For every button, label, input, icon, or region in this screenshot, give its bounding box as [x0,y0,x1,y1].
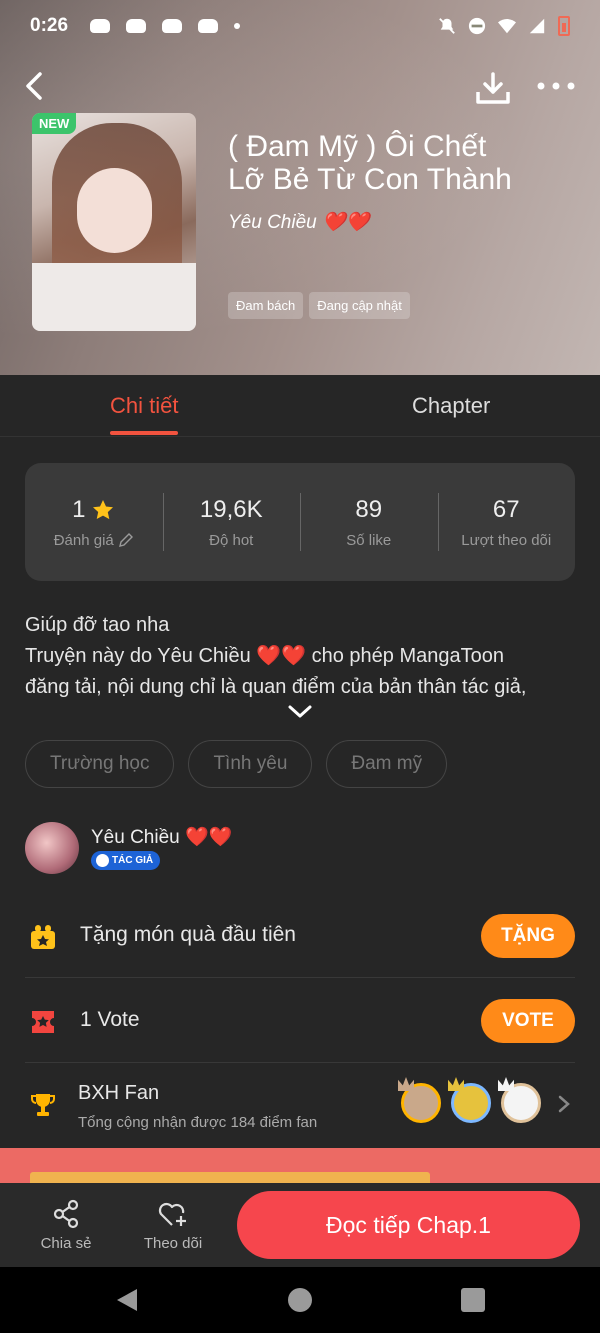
share-button[interactable]: Chia sẻ [26,1199,106,1252]
more-notifications-icon [234,23,241,29]
fan-avatar-gold [401,1083,441,1123]
system-nav-bar [0,1267,600,1333]
stat-hot: 19,6K Độ hot [162,463,301,581]
vote-button[interactable]: VOTE [481,999,575,1043]
trophy-icon [31,1094,55,1116]
nav-home-icon[interactable] [288,1288,312,1312]
battery-icon [558,16,570,36]
discord-icon [90,19,111,33]
description: Giúp đỡ tao nha Truyện này do Yêu Chiều … [25,614,527,698]
status-bar: 0:26 [0,0,600,52]
fan-subtitle: Tổng cộng nhận được 184 điểm fan [78,1114,318,1131]
chevron-right-icon [558,1095,570,1113]
tab-detail[interactable]: Chi tiết [110,393,179,435]
stat-likes: 89 Số like [300,463,438,581]
heart-plus-icon [158,1202,186,1226]
fan-title: BXH Fan [78,1082,160,1104]
vote-label: 1 Vote [80,1008,140,1031]
back-arrow-icon[interactable] [20,68,52,104]
share-icon [53,1199,79,1229]
stat-rating[interactable]: 1 Đánh giá [25,463,163,581]
tab-bar: Chi tiết Chapter [0,375,600,437]
cover-image[interactable] [32,113,196,331]
tag-list: Đam bách Đang cập nhật [228,292,410,319]
page-title: ( Đam Mỹ ) Ôi Chết Lỡ Bẻ Từ Con Thành [228,130,512,196]
stat-followers: 67 Lượt theo dõi [437,463,576,581]
edit-icon [118,533,133,547]
author-name: Yêu Chiều ❤️❤️ [91,827,233,848]
stats-card: 1 Đánh giá 19,6K Độ hot 89 Số like 67 Lư… [25,463,575,581]
gift-row: Tặng món quà đầu tiên TẶNG [25,893,575,978]
genre-chip[interactable]: Trường học [25,740,175,788]
fan-ranking-row[interactable]: BXH Fan Tổng cộng nhận được 184 điểm fan [25,1063,575,1148]
gift-button[interactable]: TẶNG [481,914,575,958]
genre-list: Trường học Tình yêu Đam mỹ [25,740,448,788]
notification-icons [90,19,241,33]
gift-label: Tặng món quà đầu tiên [80,923,296,946]
continue-reading-button[interactable]: Đọc tiếp Chap.1 [237,1191,580,1259]
hero-header: 0:26 NEW ( Đam Mỹ ) Ôi Chết Lỡ Bẻ Từ Con… [0,0,600,375]
follow-button[interactable]: Theo dõi [133,1199,213,1252]
bottom-action-bar: Chia sẻ Theo dõi Đọc tiếp Chap.1 [0,1183,600,1267]
more-options-icon[interactable] [536,76,576,96]
dnd-icon [468,17,486,35]
top-toolbar [0,62,600,110]
system-icons [438,16,570,36]
author-row[interactable]: Yêu Chiều ❤️❤️ TÁC GIẢ [25,822,575,876]
hero-author[interactable]: Yêu Chiều ❤️❤️ [228,210,369,234]
fan-avatar-silver [451,1083,491,1123]
wifi-icon [498,19,516,34]
author-badge-icon [96,854,109,867]
discord-icon [198,19,219,33]
mute-bell-icon [439,18,455,34]
promo-banner[interactable] [0,1148,600,1188]
expand-chevron-icon[interactable] [287,703,313,721]
genre-chip[interactable]: Đam mỹ [326,740,448,788]
vote-row: 1 Vote VOTE [25,978,575,1063]
status-time: 0:26 [30,15,69,36]
tag-item[interactable]: Đam bách [228,292,304,319]
genre-chip[interactable]: Tình yêu [188,740,313,788]
tag-item: Đang cập nhật [309,292,410,319]
new-badge: NEW [32,113,77,134]
discord-icon [162,19,183,33]
top-fan-avatars [401,1083,541,1123]
signal-icon [529,18,545,34]
discord-icon [126,19,147,33]
download-icon[interactable] [474,70,512,106]
fan-avatar-bronze [501,1083,541,1123]
tab-chapter[interactable]: Chapter [412,393,490,419]
star-icon [93,499,114,519]
author-badge: TÁC GIẢ [91,851,161,870]
avatar[interactable] [25,822,79,874]
vote-ticket-icon [32,1011,54,1033]
nav-recents-icon[interactable] [461,1288,485,1312]
nav-back-icon[interactable] [115,1287,139,1313]
gift-icon [31,925,55,949]
